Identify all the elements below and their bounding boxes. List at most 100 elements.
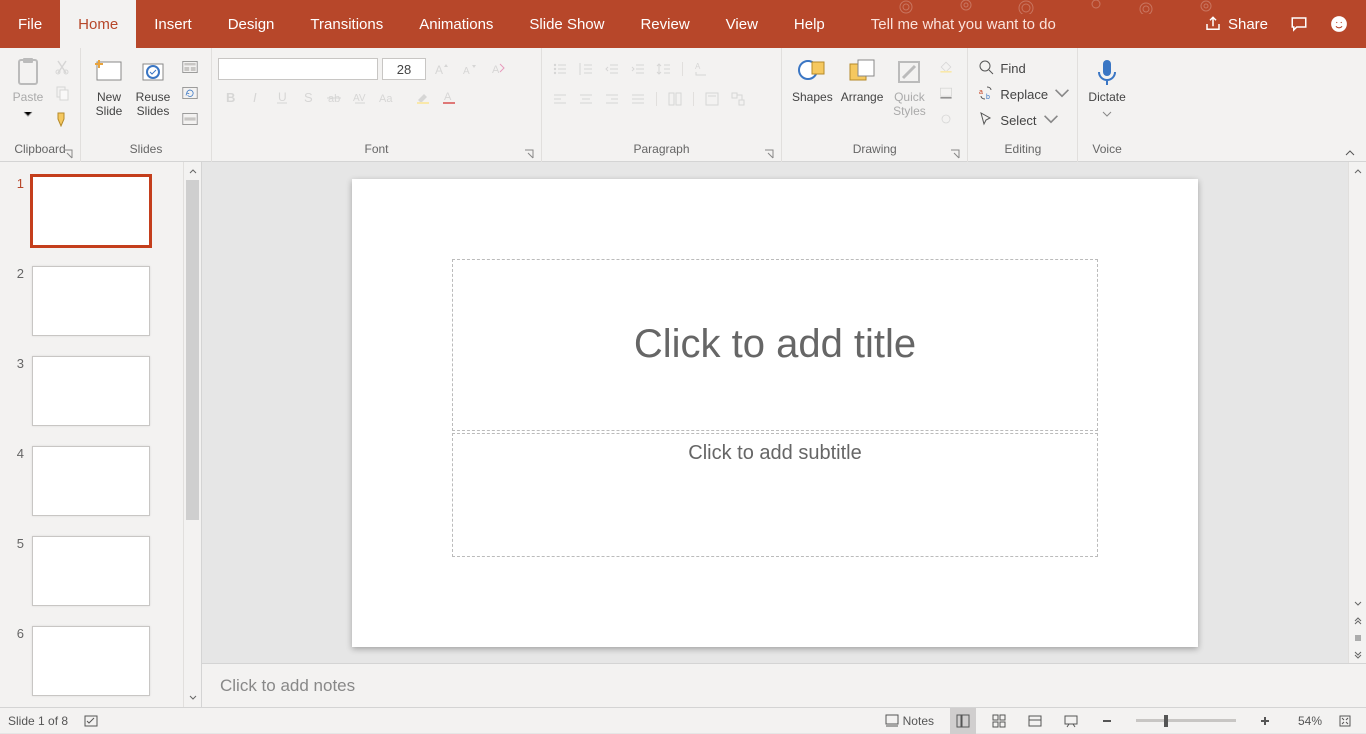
- font-color-button[interactable]: A: [437, 86, 461, 108]
- align-text-button[interactable]: [700, 88, 724, 110]
- scroll-down-icon[interactable]: [1349, 595, 1366, 613]
- reading-view-button[interactable]: [1022, 708, 1048, 734]
- reuse-slides-button[interactable]: Reuse Slides: [131, 52, 175, 118]
- new-slide-button[interactable]: New Slide: [87, 52, 131, 118]
- strike-button[interactable]: ab: [322, 86, 346, 108]
- slide-thumbnail-2[interactable]: 2: [10, 266, 183, 336]
- decrease-indent-button[interactable]: [600, 58, 624, 80]
- notes-toggle[interactable]: Notes: [879, 708, 940, 734]
- slide-canvas[interactable]: Click to add title Click to add subtitle: [352, 179, 1198, 647]
- quick-styles-button[interactable]: Quick Styles: [887, 52, 931, 118]
- share-button[interactable]: Share: [1204, 15, 1268, 33]
- tab-slideshow[interactable]: Slide Show: [511, 0, 622, 48]
- paste-button[interactable]: Paste: [6, 52, 50, 112]
- svg-text:a: a: [979, 89, 983, 96]
- tab-transitions[interactable]: Transitions: [292, 0, 401, 48]
- font-name-input[interactable]: [218, 58, 378, 80]
- fit-to-window-button[interactable]: [1332, 708, 1358, 734]
- columns-button[interactable]: [663, 88, 687, 110]
- shape-outline-button[interactable]: [931, 82, 961, 104]
- slide-sorter-view-button[interactable]: [986, 708, 1012, 734]
- editor-scrollbar[interactable]: [1348, 162, 1366, 663]
- find-button[interactable]: Find: [974, 56, 1029, 80]
- account-icon[interactable]: [1330, 15, 1348, 33]
- slide-thumbnail-1[interactable]: 1: [10, 176, 183, 246]
- shape-fill-button[interactable]: [931, 56, 961, 78]
- align-center-button[interactable]: [574, 88, 598, 110]
- shadow-button[interactable]: S: [296, 86, 320, 108]
- scroll-thumb[interactable]: [186, 180, 199, 520]
- paragraph-launcher[interactable]: [763, 148, 775, 160]
- next-slide-button[interactable]: [1349, 647, 1366, 661]
- reset-button[interactable]: [175, 82, 205, 104]
- canvas-wrap[interactable]: Click to add title Click to add subtitle: [202, 162, 1348, 663]
- tab-review[interactable]: Review: [622, 0, 707, 48]
- increase-indent-button[interactable]: [626, 58, 650, 80]
- tab-home[interactable]: Home: [60, 0, 136, 48]
- slideshow-view-button[interactable]: [1058, 708, 1084, 734]
- clipboard-launcher[interactable]: [62, 148, 74, 160]
- slide-thumbnail-4[interactable]: 4: [10, 446, 183, 516]
- scroll-up-icon[interactable]: [184, 162, 201, 180]
- select-button[interactable]: Select: [974, 108, 1054, 132]
- cut-button[interactable]: [50, 56, 74, 78]
- collapse-ribbon-button[interactable]: [1342, 145, 1358, 161]
- decrease-font-button[interactable]: A: [458, 58, 482, 80]
- tab-animations[interactable]: Animations: [401, 0, 511, 48]
- font-launcher[interactable]: [523, 148, 535, 160]
- bold-button[interactable]: B: [218, 86, 242, 108]
- notes-pane[interactable]: Click to add notes: [202, 663, 1366, 707]
- text-direction-button[interactable]: A: [689, 58, 713, 80]
- subtitle-placeholder[interactable]: Click to add subtitle: [452, 433, 1098, 557]
- comments-icon[interactable]: [1290, 15, 1308, 33]
- drawing-launcher[interactable]: [949, 148, 961, 160]
- underline-button[interactable]: U: [270, 86, 294, 108]
- increase-font-button[interactable]: A: [430, 58, 454, 80]
- scroll-up-icon[interactable]: [1349, 162, 1366, 180]
- zoom-slider[interactable]: [1136, 719, 1236, 722]
- normal-view-button[interactable]: [950, 708, 976, 734]
- group-font: A A A B I U S ab AV Aa A Font: [212, 48, 542, 162]
- slide-thumb-preview: [32, 446, 150, 516]
- line-spacing-button[interactable]: [652, 58, 676, 80]
- section-button[interactable]: [175, 108, 205, 130]
- slide-thumbnail-3[interactable]: 3: [10, 356, 183, 426]
- font-size-input[interactable]: [382, 58, 426, 80]
- slide-thumbnail-5[interactable]: 5: [10, 536, 183, 606]
- numbering-button[interactable]: [574, 58, 598, 80]
- replace-button[interactable]: ab Replace: [974, 82, 1066, 106]
- slide-thumbnail-6[interactable]: 6: [10, 626, 183, 696]
- justify-button[interactable]: [626, 88, 650, 110]
- tab-insert[interactable]: Insert: [136, 0, 210, 48]
- format-painter-button[interactable]: [50, 108, 74, 130]
- shapes-button[interactable]: Shapes: [788, 52, 837, 104]
- shape-effects-button[interactable]: [931, 108, 961, 130]
- title-placeholder[interactable]: Click to add title: [452, 259, 1098, 431]
- align-left-button[interactable]: [548, 88, 572, 110]
- arrange-button[interactable]: Arrange: [837, 52, 888, 104]
- highlight-button[interactable]: [411, 86, 435, 108]
- tab-help[interactable]: Help: [776, 0, 843, 48]
- nav-menu-button[interactable]: [1349, 631, 1366, 645]
- zoom-slider-knob[interactable]: [1164, 715, 1168, 727]
- tab-file[interactable]: File: [0, 0, 60, 48]
- align-right-button[interactable]: [600, 88, 624, 110]
- clear-formatting-button[interactable]: A: [486, 58, 510, 80]
- smartart-button[interactable]: [726, 88, 750, 110]
- tab-design[interactable]: Design: [210, 0, 293, 48]
- char-spacing-button[interactable]: AV: [348, 86, 372, 108]
- prev-slide-button[interactable]: [1349, 615, 1366, 629]
- zoom-out-button[interactable]: [1094, 708, 1120, 734]
- bullets-button[interactable]: [548, 58, 572, 80]
- zoom-percentage[interactable]: 54%: [1288, 714, 1322, 728]
- copy-button[interactable]: [50, 82, 74, 104]
- italic-button[interactable]: I: [244, 86, 268, 108]
- dictate-button[interactable]: Dictate: [1084, 52, 1129, 112]
- tab-view[interactable]: View: [708, 0, 776, 48]
- scroll-down-icon[interactable]: [184, 689, 201, 707]
- slide-panel-scrollbar[interactable]: [183, 162, 201, 707]
- change-case-button[interactable]: Aa: [374, 86, 398, 108]
- spellcheck-status[interactable]: [78, 708, 104, 734]
- zoom-in-button[interactable]: [1252, 708, 1278, 734]
- layout-button[interactable]: [175, 56, 205, 78]
